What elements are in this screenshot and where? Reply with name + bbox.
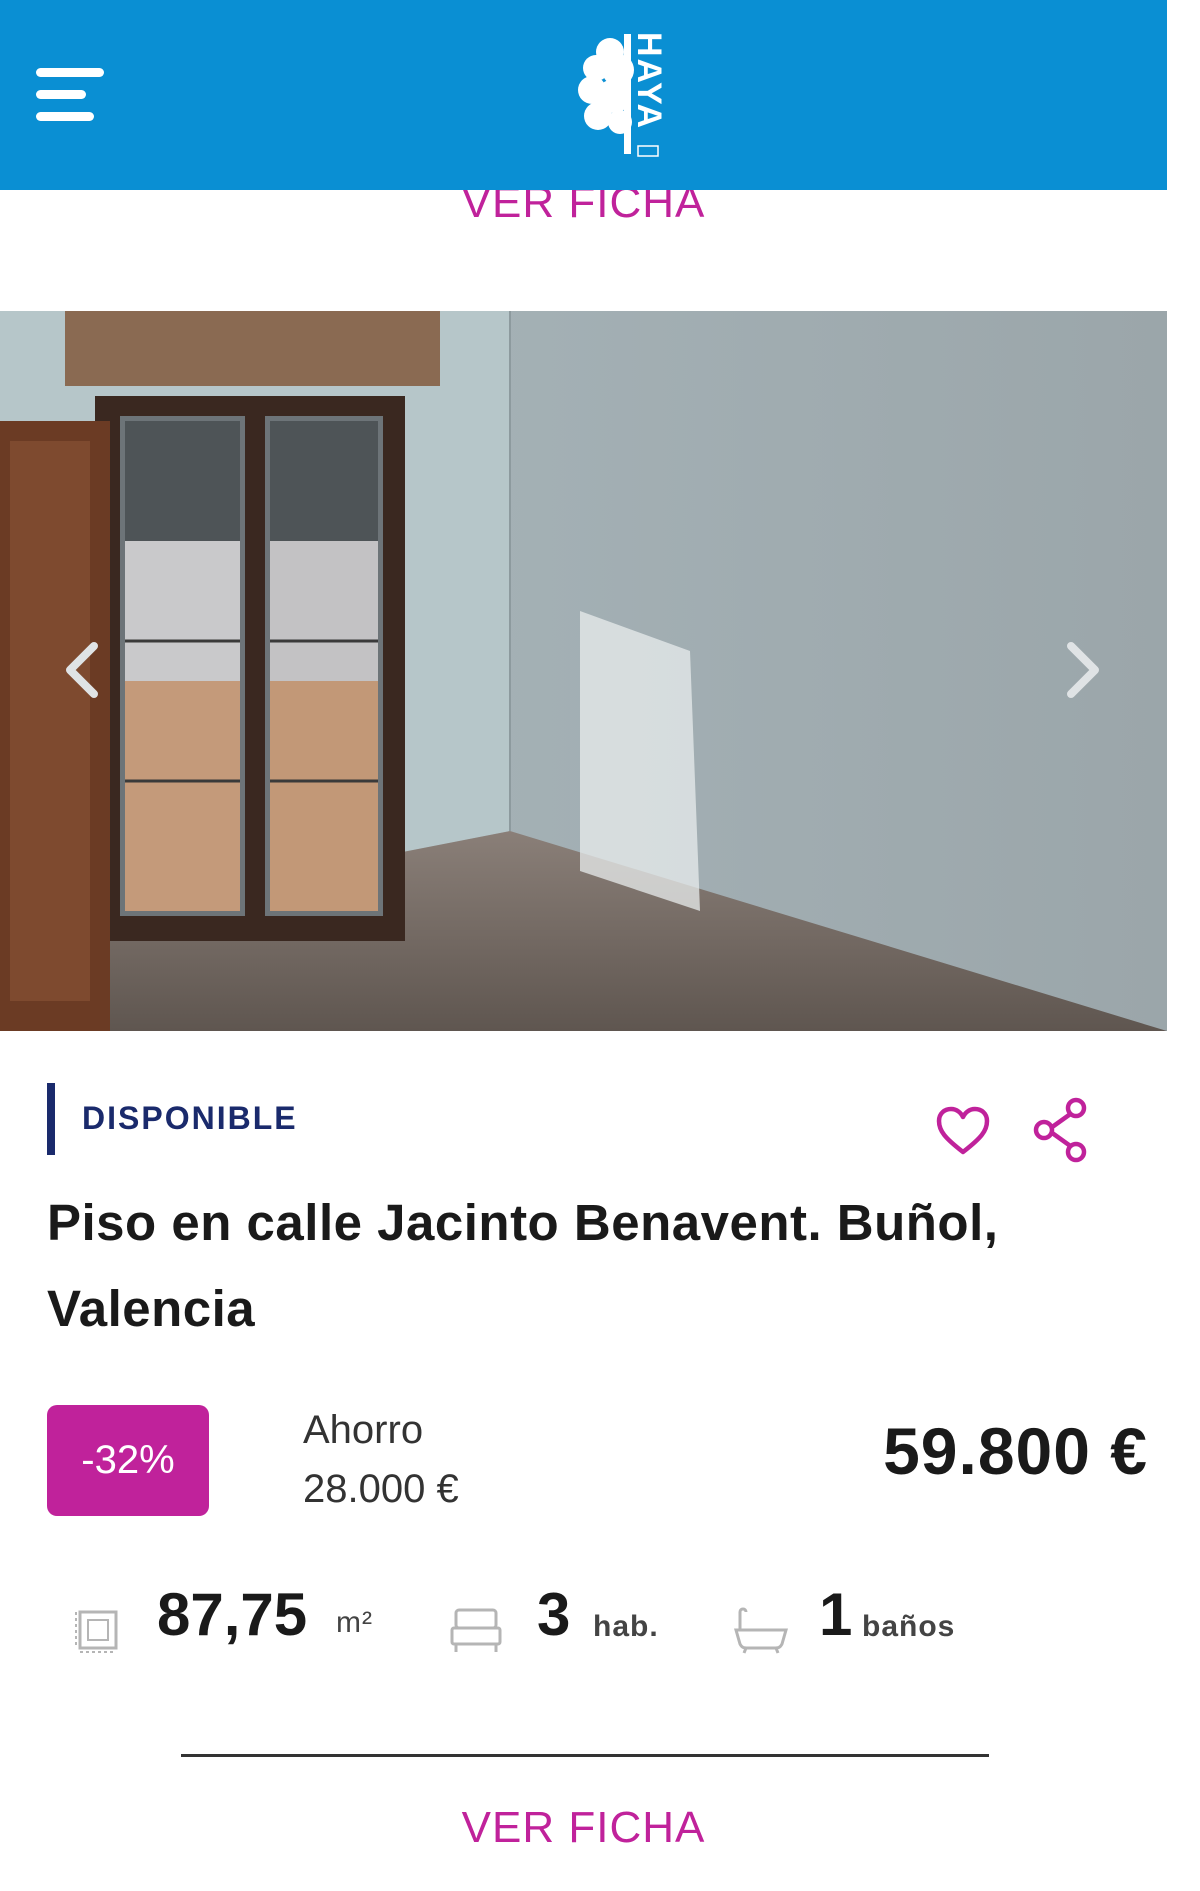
status-indicator bbox=[47, 1083, 55, 1155]
bathtub-icon bbox=[734, 1606, 788, 1658]
chevron-left-icon[interactable] bbox=[62, 640, 102, 700]
discount-badge: -32% bbox=[47, 1405, 209, 1516]
share-icon[interactable] bbox=[1032, 1096, 1090, 1164]
haya-logo[interactable]: HAYA bbox=[578, 24, 668, 164]
rooms-unit: hab. bbox=[593, 1610, 659, 1643]
baths-unit: baños bbox=[862, 1610, 956, 1643]
divider bbox=[181, 1754, 989, 1757]
baths-value: 1 bbox=[819, 1581, 853, 1648]
status-badge: DISPONIBLE bbox=[82, 1100, 298, 1136]
saving-value: 28.000 € bbox=[303, 1467, 459, 1511]
listing-title[interactable]: Piso en calle Jacinto Benavent. Buñol, V… bbox=[47, 1180, 1127, 1352]
floor-plan-icon bbox=[74, 1606, 122, 1658]
listing-features: 87,75 m² 3 hab. 1 baños bbox=[0, 1580, 1167, 1670]
area-unit: m² bbox=[336, 1606, 373, 1639]
price: 59.800 € bbox=[883, 1414, 1148, 1488]
ver-ficha-link[interactable]: VER FICHA bbox=[0, 1803, 1167, 1853]
heart-icon[interactable] bbox=[935, 1105, 991, 1157]
area-value: 87,75 bbox=[157, 1581, 308, 1648]
rooms-value: 3 bbox=[537, 1581, 571, 1648]
saving-label: Ahorro bbox=[303, 1408, 424, 1452]
listing-photo[interactable] bbox=[0, 311, 1167, 1031]
hamburger-menu-icon[interactable] bbox=[36, 68, 106, 122]
top-header: HAYA bbox=[0, 0, 1167, 190]
brand-wordmark: HAYA bbox=[630, 32, 668, 130]
chevron-right-icon[interactable] bbox=[1063, 640, 1103, 700]
bed-icon bbox=[450, 1606, 502, 1658]
